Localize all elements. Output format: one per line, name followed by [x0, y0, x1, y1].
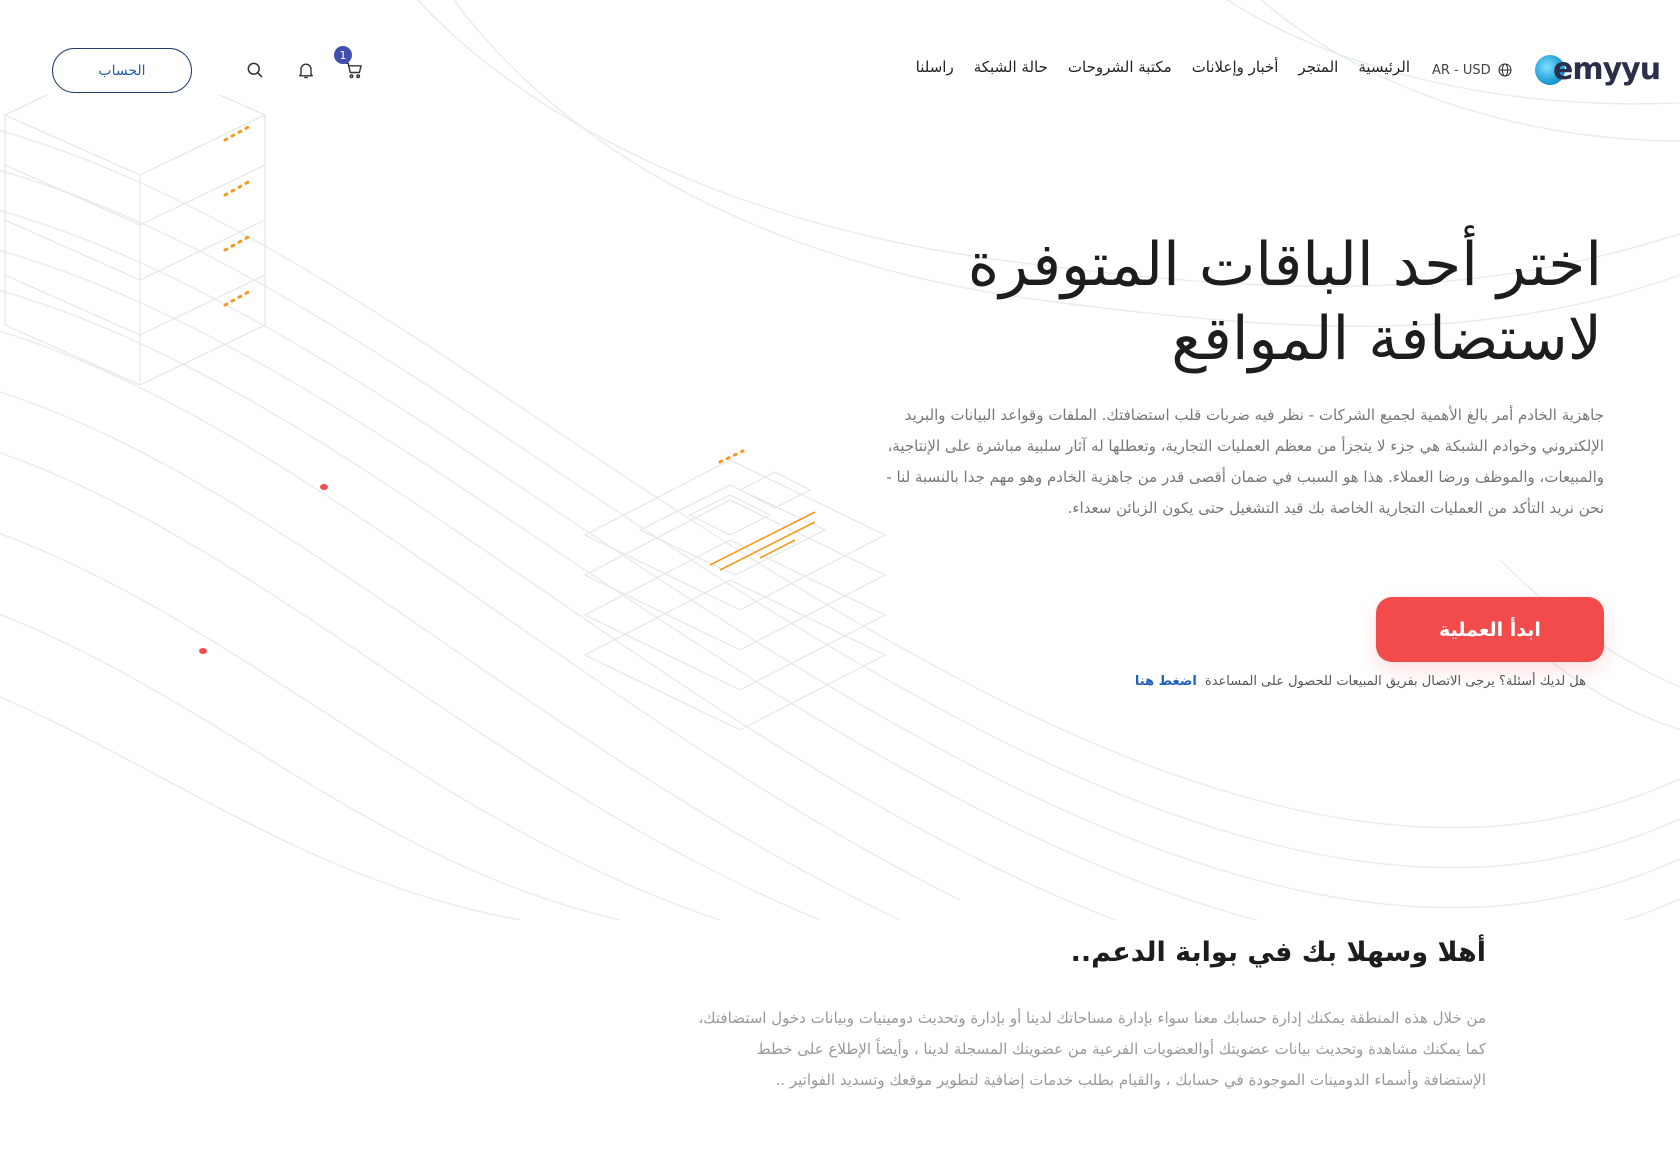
locale-label: AR - USD — [1432, 62, 1491, 78]
nav-item-contact[interactable]: راسلنا — [916, 58, 954, 76]
site-header: emyyu AR - USD الرئيسية المتجر أخبار وإع… — [0, 40, 1680, 100]
sales-help-line: هل لديك أسئلة؟ يرجى الاتصال بفريق المبيع… — [1135, 674, 1586, 689]
notifications-button[interactable] — [294, 58, 318, 82]
nav-item-store[interactable]: المتجر — [1298, 58, 1338, 76]
start-process-button[interactable]: ابدأ العملية — [1376, 597, 1604, 662]
hero-title: اختر أحد الباقات المتوفرة لاستضافة الموا… — [842, 228, 1602, 376]
nav-item-home[interactable]: الرئيسية — [1358, 58, 1410, 76]
cart-count-badge: 1 — [334, 46, 352, 64]
search-icon — [247, 62, 263, 78]
bell-icon — [299, 63, 313, 79]
account-button[interactable]: الحساب — [52, 48, 192, 93]
decorative-red-dot — [320, 484, 328, 490]
welcome-description: من خلال هذه المنطقة يمكنك إدارة حسابك مع… — [698, 1009, 1486, 1089]
locale-switcher[interactable]: AR - USD — [1432, 62, 1513, 78]
globe-icon — [1498, 63, 1512, 77]
hero-description: جاهزية الخادم أمر بالغ الأهمية لجميع الش… — [886, 406, 1604, 517]
nav-item-news[interactable]: أخبار وإعلانات — [1192, 58, 1279, 76]
server-stack-illustration — [3, 95, 267, 385]
brand-logo[interactable]: emyyu — [1535, 52, 1661, 87]
help-text: هل لديك أسئلة؟ يرجى الاتصال بفريق المبيع… — [1204, 674, 1586, 689]
nav-item-tutorials[interactable]: مكتبة الشروحات — [1068, 58, 1172, 76]
logo-text: emyyu — [1553, 52, 1661, 87]
hero-title-line-2: لاستضافة المواقع — [1171, 304, 1602, 374]
welcome-title: أهلا وسهلا بك في بوابة الدعم.. — [1070, 937, 1486, 968]
search-button[interactable] — [243, 58, 267, 82]
help-link[interactable]: اضغط هنا — [1135, 674, 1197, 689]
main-nav: الرئيسية المتجر أخبار وإعلانات مكتبة الش… — [916, 58, 1410, 76]
cart-button[interactable]: 1 — [334, 46, 366, 82]
nav-item-network-status[interactable]: حالة الشبكة — [974, 58, 1048, 76]
hero-title-line-1: اختر أحد الباقات المتوفرة — [967, 230, 1602, 300]
layered-panels-illustration — [583, 449, 887, 731]
decorative-red-dot — [199, 648, 207, 654]
